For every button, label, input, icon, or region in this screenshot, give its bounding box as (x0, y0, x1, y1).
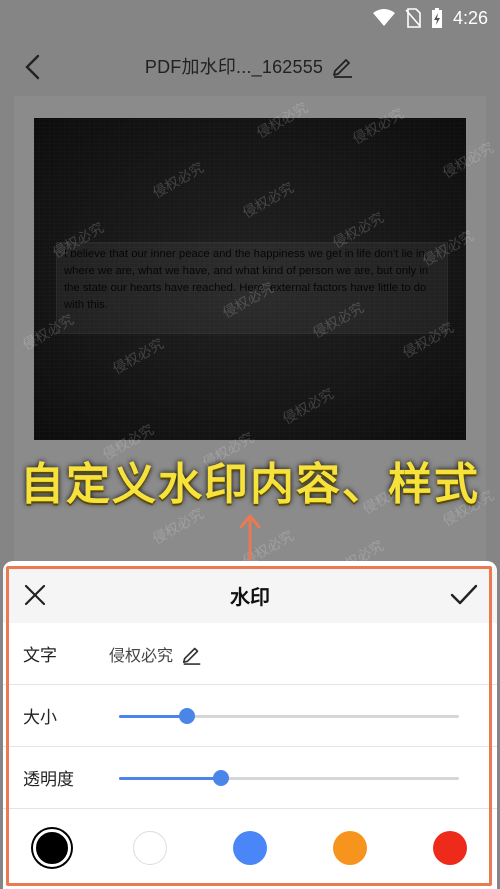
close-icon (24, 584, 46, 606)
color-swatch-black[interactable] (33, 829, 71, 867)
top-bar: PDF加水印..._162555 (0, 36, 500, 96)
watermark-settings-sheet: 水印 文字 侵权必究 大小 透明度 (3, 561, 497, 889)
color-swatch-blue[interactable] (233, 831, 267, 865)
edit-text-button[interactable] (181, 643, 203, 665)
size-label: 大小 (23, 708, 57, 728)
pencil-icon (333, 59, 353, 78)
opacity-slider[interactable] (119, 769, 459, 786)
sheet-header: 水印 (3, 567, 497, 623)
size-slider[interactable] (119, 707, 459, 724)
status-time: 4:26 (452, 7, 488, 28)
confirm-button[interactable] (449, 581, 479, 609)
color-swatch-red[interactable] (433, 831, 467, 865)
no-sim-icon (405, 8, 421, 28)
slider-fill (119, 776, 221, 780)
watermark-text-value[interactable]: 侵权必究 (109, 642, 203, 666)
color-swatch-orange[interactable] (333, 831, 367, 865)
color-swatch-white[interactable] (133, 831, 167, 865)
promo-caption: 自定义水印内容、样式 (20, 459, 480, 510)
document-title: PDF加水印..._162555 (144, 57, 324, 77)
edit-title-button[interactable] (331, 54, 355, 78)
sheet-title: 水印 (230, 584, 270, 609)
pencil-icon (182, 647, 201, 665)
opacity-label: 透明度 (23, 770, 74, 790)
text-label: 文字 (23, 646, 57, 666)
slider-fill (119, 714, 187, 718)
watermark-text: 侵权必究 (109, 645, 174, 665)
text-row[interactable]: 文字 侵权必究 (3, 623, 497, 685)
check-icon (450, 584, 478, 605)
arrow-up-icon (239, 514, 261, 562)
opacity-row: 透明度 (3, 747, 497, 809)
color-swatches (3, 813, 497, 883)
chevron-left-icon (25, 54, 40, 80)
size-row: 大小 (3, 685, 497, 747)
status-bar: 4:26 (0, 0, 500, 36)
slider-thumb[interactable] (179, 707, 195, 724)
back-button[interactable] (18, 52, 48, 82)
battery-charging-icon (431, 7, 443, 29)
close-button[interactable] (21, 581, 49, 609)
slider-thumb[interactable] (213, 769, 229, 786)
wifi-icon (372, 9, 395, 27)
